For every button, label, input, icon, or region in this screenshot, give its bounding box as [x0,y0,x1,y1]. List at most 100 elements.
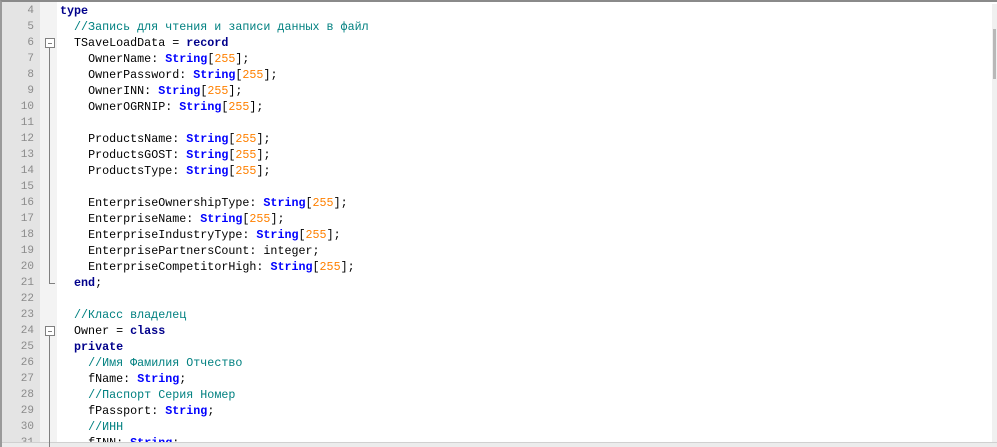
code-line[interactable]: 24 Owner = class [2,323,992,339]
code-token: ]; [256,132,271,146]
line-number: 7 [27,53,34,65]
code-line[interactable]: 26 //Имя Фамилия Отчество [2,355,992,371]
code-line[interactable]: 4 type [2,3,992,19]
code-text: //ИНН [88,419,123,435]
number-token: 255 [235,132,257,146]
code-line[interactable]: 17 EnterpriseName: String[255]; [2,211,992,227]
type-token: String [270,260,313,274]
code-line[interactable]: 20 EnterpriseCompetitorHigh: String[255]; [2,259,992,275]
comment-token: //Класс владелец [74,308,187,322]
line-number: 6 [27,37,34,49]
horizontal-scrollbar[interactable] [2,442,997,447]
code-line[interactable]: 5 //Запись для чтения и записи данных в ф… [2,19,992,35]
line-number: 23 [20,309,34,321]
code-line[interactable]: 9 OwnerINN: String[255]; [2,83,992,99]
type-token: String [186,164,229,178]
line-number: 20 [20,261,34,273]
code-text: EnterpriseOwnershipType: String[255]; [88,195,348,211]
fold-end-marker [49,275,55,284]
vertical-scrollbar[interactable] [992,4,997,444]
code-token: ProductsName: [88,132,187,146]
keyword-token: class [130,324,166,338]
code-line[interactable]: 10 OwnerOGRNIP: String[255]; [2,99,992,115]
number-token: 255 [228,100,250,114]
code-text: OwnerINN: String[255]; [88,83,242,99]
code-line[interactable]: 22 [2,291,992,307]
code-token: ]; [270,212,285,226]
line-number: 24 [20,325,34,337]
fold-line [49,48,50,275]
code-token: ProductsGOST: [88,148,187,162]
code-text: end; [74,275,102,291]
comment-token: //ИНН [88,420,124,434]
line-number: 12 [20,133,34,145]
code-token: ProductsType: [88,164,187,178]
type-token: String [165,404,208,418]
line-number: 15 [20,181,34,193]
line-number: 5 [27,21,34,33]
code-token: ]; [340,260,355,274]
code-line[interactable]: 18 EnterpriseIndustryType: String[255]; [2,227,992,243]
number-token: 255 [242,68,264,82]
scrollbar-thumb[interactable] [993,29,996,79]
code-text: fPassport: String; [88,403,214,419]
code-line[interactable]: 27 fName: String; [2,371,992,387]
code-line[interactable]: 28 //Паспорт Серия Номер [2,387,992,403]
code-token: OwnerPassword: [88,68,194,82]
code-token: ]; [333,196,348,210]
code-text: fName: String; [88,371,186,387]
line-number: 22 [20,293,34,305]
code-line[interactable]: 7 OwnerName: String[255]; [2,51,992,67]
code-line[interactable]: 16 EnterpriseOwnershipType: String[255]; [2,195,992,211]
code-token: [ [312,260,320,274]
code-line[interactable]: 30 //ИНН [2,419,992,435]
fold-collapse-icon[interactable] [45,326,55,336]
number-token: 255 [235,148,257,162]
code-text: //Запись для чтения и записи данных в фа… [74,19,369,35]
code-line[interactable]: 6 TSaveLoadData = record [2,35,992,51]
code-token: OwnerName: [88,52,166,66]
code-line[interactable]: 13 ProductsGOST: String[255]; [2,147,992,163]
line-number: 13 [20,149,34,161]
code-line[interactable]: 12 ProductsName: String[255]; [2,131,992,147]
code-line[interactable]: 15 [2,179,992,195]
code-line[interactable]: 11 [2,115,992,131]
type-token: String [186,148,229,162]
code-token: ]; [256,148,271,162]
code-text: OwnerPassword: String[255]; [88,67,277,83]
code-text: type [60,3,88,19]
type-token: String [137,372,180,386]
code-token: OwnerOGRNIP: [88,100,180,114]
type-token: String [179,100,222,114]
code-line[interactable]: 25 private [2,339,992,355]
code-text: EnterpriseName: String[255]; [88,211,284,227]
code-token: TSaveLoadData = [74,36,187,50]
keyword-token: record [186,36,229,50]
code-token: OwnerINN: [88,84,159,98]
code-line[interactable]: 19 EnterprisePartnersCount: integer; [2,243,992,259]
fold-collapse-icon[interactable] [45,38,55,48]
line-number: 19 [20,245,34,257]
code-editor[interactable]: 4 type 5 //Запись для чтения и записи данны… [0,0,997,447]
line-number: 28 [20,389,34,401]
line-number: 18 [20,229,34,241]
code-token: EnterpriseCompetitorHigh: [88,260,271,274]
number-token: 255 [207,84,229,98]
line-number: 29 [20,405,34,417]
type-token: String [263,196,306,210]
code-text: OwnerOGRNIP: String[255]; [88,99,263,115]
line-number: 16 [20,197,34,209]
code-line[interactable]: 8 OwnerPassword: String[255]; [2,67,992,83]
code-line[interactable]: 23 //Класс владелец [2,307,992,323]
line-number: 21 [20,277,34,289]
code-line[interactable]: 29 fPassport: String; [2,403,992,419]
code-token: ]; [326,228,341,242]
code-text: ProductsName: String[255]; [88,131,270,147]
keyword-token: end [74,276,96,290]
code-line[interactable]: 14 ProductsType: String[255]; [2,163,992,179]
code-line[interactable]: 21 end; [2,275,992,291]
type-token: String [165,52,208,66]
type-token: String [158,84,201,98]
code-token: fPassport: [88,404,166,418]
code-token: ; [207,404,215,418]
